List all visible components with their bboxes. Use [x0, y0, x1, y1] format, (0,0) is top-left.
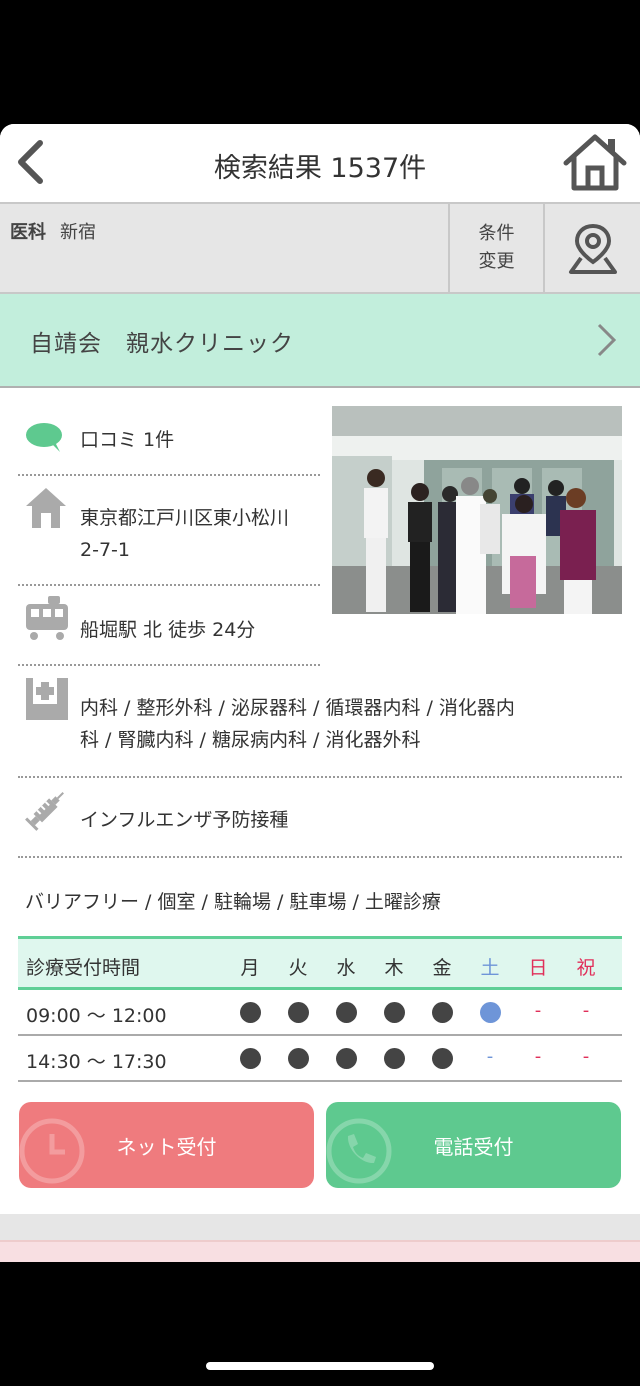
- day-header: 祝: [576, 957, 596, 979]
- change-conditions-label-2: 変更: [478, 251, 515, 272]
- schedule-cell: [278, 990, 318, 1028]
- schedule-cell: [422, 1036, 462, 1074]
- home-icon: [563, 134, 627, 191]
- clinic-staff-photo: [332, 406, 622, 614]
- schedule-cell: [422, 990, 462, 1028]
- map-pin-icon: [568, 223, 617, 274]
- change-conditions-button[interactable]: 条件 変更: [448, 204, 543, 292]
- closed-mark: -: [534, 1046, 542, 1067]
- schedule-cell: [230, 1036, 270, 1074]
- back-button[interactable]: [8, 134, 52, 190]
- open-mark: [335, 1002, 357, 1023]
- station-row: 船堀駅 北 徒歩 24分: [18, 586, 320, 666]
- train-icon: [26, 596, 68, 640]
- net-reception-label: ネット受付: [116, 1134, 217, 1159]
- open-mark: [239, 1002, 261, 1023]
- schedule-header: 診療受付時間 月 火 水 木 金 土 日 祝: [18, 936, 622, 990]
- schedule-cell: [470, 990, 510, 1028]
- reviews-count: 口コミ 1件: [80, 429, 175, 451]
- open-mark: [431, 1048, 453, 1069]
- departments-row: 内科 / 整形外科 / 泌尿器科 / 循環器内科 / 消化器内 科 / 腎臓内科…: [18, 666, 622, 778]
- page-title: 検索結果 1537件: [213, 153, 427, 184]
- day-header: 土: [480, 957, 500, 979]
- schedule-cell: -: [518, 990, 558, 1021]
- medical-cross-icon: [26, 678, 68, 720]
- station-info: 船堀駅 北 徒歩 24分: [80, 619, 256, 641]
- open-mark: [287, 1002, 309, 1023]
- condition-area: 新宿: [60, 222, 96, 243]
- reviews-row[interactable]: 口コミ 1件: [18, 406, 320, 476]
- closed-mark: -: [486, 1046, 494, 1067]
- day-header: 火: [288, 957, 308, 979]
- day-header: 水: [336, 957, 356, 979]
- open-mark: [479, 1002, 501, 1023]
- schedule-cell: [230, 990, 270, 1028]
- day-header: 木: [384, 957, 404, 979]
- day-header: 金: [432, 957, 452, 979]
- syringe-icon: [25, 792, 64, 831]
- vaccination-row: インフルエンザ予防接種: [18, 778, 622, 858]
- schedule-cell: [326, 1036, 366, 1074]
- day-header: 日: [528, 957, 548, 979]
- address-line-2: 2-7-1: [80, 539, 130, 561]
- clinic-photo: [332, 406, 622, 614]
- next-result-peek: [0, 1214, 640, 1240]
- closed-mark: -: [582, 1000, 590, 1021]
- open-mark: [335, 1048, 357, 1069]
- open-mark: [383, 1048, 405, 1069]
- schedule-table: 診療受付時間 月火水木金土日祝 09:00 〜 12:00- -14:30 〜 1…: [18, 936, 622, 1082]
- schedule-cell: -: [518, 1036, 558, 1067]
- clock-icon: [19, 1118, 85, 1184]
- change-conditions-label-1: 条件: [478, 223, 515, 244]
- schedule-header-label: 診療受付時間: [26, 957, 141, 979]
- schedule-cell: -: [566, 1036, 606, 1067]
- phone-reception-label: 電話受付: [433, 1134, 514, 1159]
- schedule-cell: -: [566, 990, 606, 1021]
- app-screen: 検索結果 1537件 医科 新宿 条件 変更 自靖会 親水クリニック 口コミ 1…: [0, 124, 640, 1262]
- departments-line-1: 内科 / 整形外科 / 泌尿器科 / 循環器内科 / 消化器内: [80, 697, 515, 719]
- chevron-left-icon: [18, 140, 43, 184]
- phone-reception-button[interactable]: 電話受付: [326, 1102, 621, 1188]
- vaccination-info: インフルエンザ予防接種: [80, 809, 289, 831]
- open-mark: [287, 1048, 309, 1069]
- home-indicator: [206, 1362, 434, 1370]
- schedule-time: 14:30 〜 17:30: [26, 1051, 167, 1073]
- schedule-row: 14:30 〜 17:30 - - -: [18, 1036, 622, 1082]
- schedule-row: 09:00 〜 12:00 - -: [18, 990, 622, 1036]
- schedule-cell: [374, 1036, 414, 1074]
- map-button[interactable]: [543, 204, 640, 292]
- schedule-cell: [374, 990, 414, 1028]
- header: 検索結果 1537件: [0, 124, 640, 202]
- clinic-name: 自靖会 親水クリニック: [30, 331, 294, 357]
- address-line-1: 東京都江戸川区東小松川: [80, 507, 290, 529]
- next-result-bar: [0, 1240, 640, 1262]
- schedule-time: 09:00 〜 12:00: [26, 1005, 167, 1027]
- house-icon: [26, 488, 66, 528]
- address-row: 東京都江戸川区東小松川 2-7-1: [18, 476, 320, 586]
- day-header: 月: [240, 957, 260, 979]
- schedule-cell: -: [470, 1036, 510, 1067]
- home-button[interactable]: [562, 132, 628, 194]
- search-conditions-bar: 医科 新宿 条件 変更: [0, 202, 640, 294]
- schedule-cell: [326, 990, 366, 1028]
- closed-mark: -: [534, 1000, 542, 1021]
- condition-category: 医科: [10, 222, 46, 243]
- open-mark: [383, 1002, 405, 1023]
- phone-icon: [326, 1118, 392, 1184]
- clinic-header[interactable]: 自靖会 親水クリニック: [0, 294, 640, 388]
- closed-mark: -: [582, 1046, 590, 1067]
- schedule-cell: [278, 1036, 318, 1074]
- open-mark: [239, 1048, 261, 1069]
- speech-bubble-icon: [26, 423, 62, 452]
- chevron-right-icon: [597, 323, 617, 357]
- open-mark: [431, 1002, 453, 1023]
- departments-line-2: 科 / 腎臓内科 / 糖尿病内科 / 消化器外科: [80, 729, 421, 751]
- net-reception-button[interactable]: ネット受付: [19, 1102, 314, 1188]
- search-conditions: 医科 新宿: [10, 218, 96, 244]
- features-list: バリアフリー / 個室 / 駐輪場 / 駐車場 / 土曜診療: [25, 891, 441, 913]
